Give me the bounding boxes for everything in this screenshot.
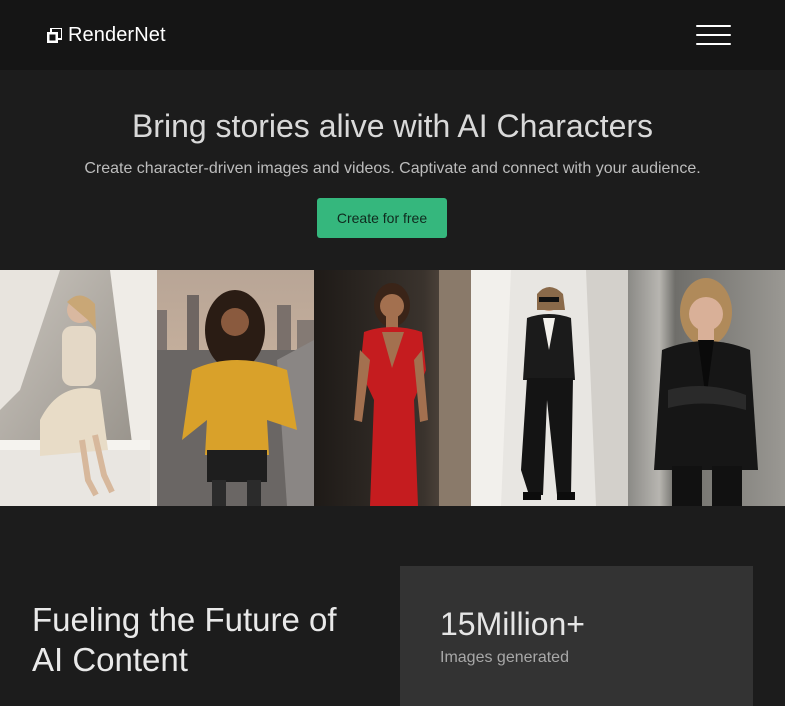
stats-heading: Fueling the Future of AI Content — [32, 601, 337, 678]
brand-logo-link[interactable]: RenderNet — [47, 22, 166, 48]
brand-name: RenderNet — [68, 23, 166, 46]
gallery-image-cream-outfit — [0, 270, 157, 506]
rendernet-logo-icon — [47, 27, 62, 43]
character-gallery — [0, 270, 785, 506]
hero-subtitle: Create character-driven images and video… — [84, 160, 701, 177]
top-navigation-bar: RenderNet — [0, 0, 785, 70]
gallery-image-mustard-sweater — [157, 270, 314, 506]
gallery-image-red-dress — [314, 270, 471, 506]
create-for-free-button[interactable]: Create for free — [317, 198, 447, 238]
gallery-image-leather-jacket — [628, 270, 785, 506]
hero-title: Bring stories alive with AI Characters — [131, 108, 654, 144]
stat-card: 15Million+ Images generated — [400, 566, 753, 706]
hamburger-menu-icon[interactable] — [696, 24, 731, 46]
stat-label: Images generated — [440, 649, 569, 666]
stat-value: 15Million+ — [440, 606, 585, 642]
gallery-image-black-suit — [471, 270, 628, 506]
